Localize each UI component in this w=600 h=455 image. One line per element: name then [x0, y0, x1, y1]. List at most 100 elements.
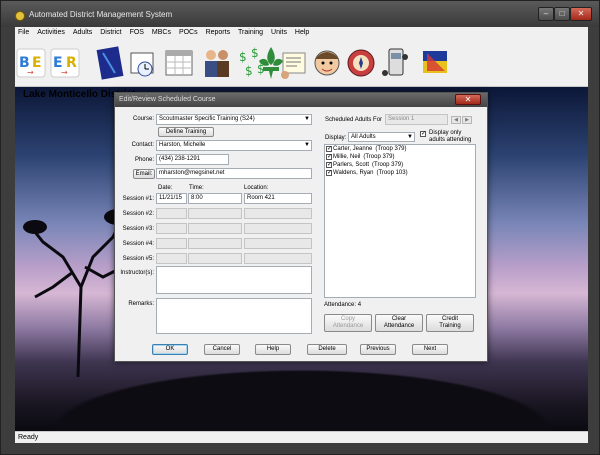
maximize-button[interactable]: □ [554, 7, 570, 21]
menu-adults[interactable]: Adults [70, 27, 95, 39]
display-only-label-1: Display only [429, 130, 462, 136]
email-button[interactable]: Email: [133, 169, 155, 179]
credit-training-button[interactable]: Credit Training [426, 314, 474, 332]
session-4-date-input[interactable] [156, 238, 187, 249]
menu-file[interactable]: File [15, 27, 32, 39]
session-3-date-input[interactable] [156, 223, 187, 234]
b-e-icon[interactable]: B E → [15, 43, 47, 83]
memo-icon[interactable] [277, 43, 309, 83]
dialog-title-bar: Edit/Review Scheduled Course ✕ [115, 93, 487, 107]
menu-activities[interactable]: Activities [34, 27, 68, 39]
notebook-icon[interactable] [93, 43, 125, 83]
help-button[interactable]: Help [255, 344, 291, 355]
attendee-troop: (Troop 103) [376, 170, 408, 176]
list-item[interactable]: Waldens, Ryan (Troop 103) [325, 169, 475, 177]
remarks-label: Remarks: [128, 301, 154, 307]
previous-button[interactable]: Previous [360, 344, 396, 355]
attendee-troop: (Troop 379) [372, 162, 404, 168]
phone-label: Phone: [134, 157, 154, 163]
status-text: Ready [18, 434, 39, 441]
hill-silhouette [15, 361, 588, 431]
define-training-button[interactable]: Define Training [158, 127, 214, 137]
delete-button[interactable]: Delete [307, 344, 347, 355]
next-button[interactable]: Next [412, 344, 448, 355]
course-select[interactable]: Scoutmaster Specific Training (S24) ▼ [156, 114, 312, 125]
attendee-checkbox[interactable] [326, 169, 332, 177]
scout-face-icon[interactable] [311, 43, 343, 83]
calendar-clock-icon[interactable] [127, 43, 159, 83]
menu-mbcs[interactable]: MBCs [149, 27, 174, 39]
chevron-left-icon[interactable]: ◀ [451, 116, 461, 124]
app-logo-icon [15, 11, 25, 21]
minimize-button[interactable]: – [538, 7, 554, 21]
session-3-label: Session #3: [122, 226, 154, 232]
menu-units[interactable]: Units [268, 27, 290, 39]
session-1-time-input[interactable]: 8:00 [188, 193, 242, 204]
e-r-icon[interactable]: E R → [49, 43, 81, 83]
flag-icon[interactable] [419, 43, 451, 83]
attendee-name: Millie, Neil [333, 154, 361, 160]
session-4-location-input[interactable] [244, 238, 312, 249]
menu-pocs[interactable]: POCs [176, 27, 201, 39]
adults-list[interactable]: Carter, Jeanne (Troop 379) Millie, Neil … [324, 144, 476, 298]
session-5-label: Session #5: [122, 256, 154, 262]
contact-label: Contact: [131, 142, 154, 148]
menu-help[interactable]: Help [292, 27, 312, 39]
contact-select[interactable]: Harston, Michelle ▼ [156, 140, 312, 151]
menu-training[interactable]: Training [235, 27, 266, 39]
session-4-time-input[interactable] [188, 238, 242, 249]
chevron-down-icon: ▼ [407, 134, 413, 140]
session-select[interactable]: Session 1 [385, 114, 448, 125]
session-2-date-input[interactable] [156, 208, 187, 219]
dialog-close-button[interactable]: ✕ [455, 94, 481, 105]
clear-attendance-button[interactable]: Clear Attendance [375, 314, 423, 332]
attendee-checkbox[interactable] [326, 153, 332, 161]
list-item[interactable]: Millie, Neil (Troop 379) [325, 153, 475, 161]
medal-icon[interactable] [345, 43, 377, 83]
course-label: Course: [132, 116, 154, 122]
chevron-right-icon[interactable]: ▶ [462, 116, 472, 124]
clear-attendance-line-1: Clear [391, 316, 407, 323]
session-3-time-input[interactable] [188, 223, 242, 234]
ok-button[interactable]: OK [152, 344, 188, 355]
attendee-checkbox[interactable] [326, 145, 332, 153]
session-5-time-input[interactable] [188, 253, 242, 264]
session-1-location-input[interactable]: Room 421 [244, 193, 312, 204]
session-1-date-input[interactable]: 11/21/15 [156, 193, 187, 204]
session-5-location-input[interactable] [244, 253, 312, 264]
session-2-time-input[interactable] [188, 208, 242, 219]
display-only-attending-checkbox[interactable] [420, 130, 426, 138]
credit-training-line-1: Credit [441, 316, 458, 323]
handshake-icon[interactable] [201, 43, 233, 83]
session-3-location-input[interactable] [244, 223, 312, 234]
instructors-input[interactable] [156, 266, 312, 294]
session-1-label: Session #1: [122, 196, 154, 202]
contact-value: Harston, Michelle [159, 142, 206, 148]
menu-fos[interactable]: FOS [127, 27, 147, 39]
attendee-checkbox[interactable] [326, 161, 332, 169]
copy-attendance-line-1: Copy [340, 316, 355, 323]
svg-text:→: → [61, 68, 68, 77]
menu-reports[interactable]: Reports [203, 27, 234, 39]
menu-district[interactable]: District [97, 27, 124, 39]
session-5-date-input[interactable] [156, 253, 187, 264]
remarks-input[interactable] [156, 298, 312, 334]
phone-input[interactable]: (434) 238-1291 [156, 154, 229, 165]
course-value: Scoutmaster Specific Training (S24) [159, 116, 255, 122]
session-2-location-input[interactable] [244, 208, 312, 219]
display-select[interactable]: All Adults ▼ [348, 132, 415, 142]
display-only-label-2: adults attending [429, 137, 472, 143]
phone-icon[interactable] [379, 43, 411, 83]
list-item[interactable]: Carter, Jeanne (Troop 379) [325, 145, 475, 153]
copy-attendance-button[interactable]: Copy Attendance [324, 314, 372, 332]
attendee-troop: (Troop 379) [375, 146, 407, 152]
email-input[interactable]: mharston@megsinet.net [156, 168, 312, 179]
list-item[interactable]: Parlers, Scott (Troop 379) [325, 161, 475, 169]
close-button[interactable]: ✕ [570, 7, 592, 21]
svg-text:→: → [27, 68, 34, 77]
cancel-button[interactable]: Cancel [204, 344, 240, 355]
credit-training-line-2: Training [439, 323, 461, 329]
attendee-name: Waldens, Ryan [333, 170, 374, 176]
location-column-header: Location: [244, 185, 269, 191]
calendar-icon[interactable] [163, 43, 195, 83]
